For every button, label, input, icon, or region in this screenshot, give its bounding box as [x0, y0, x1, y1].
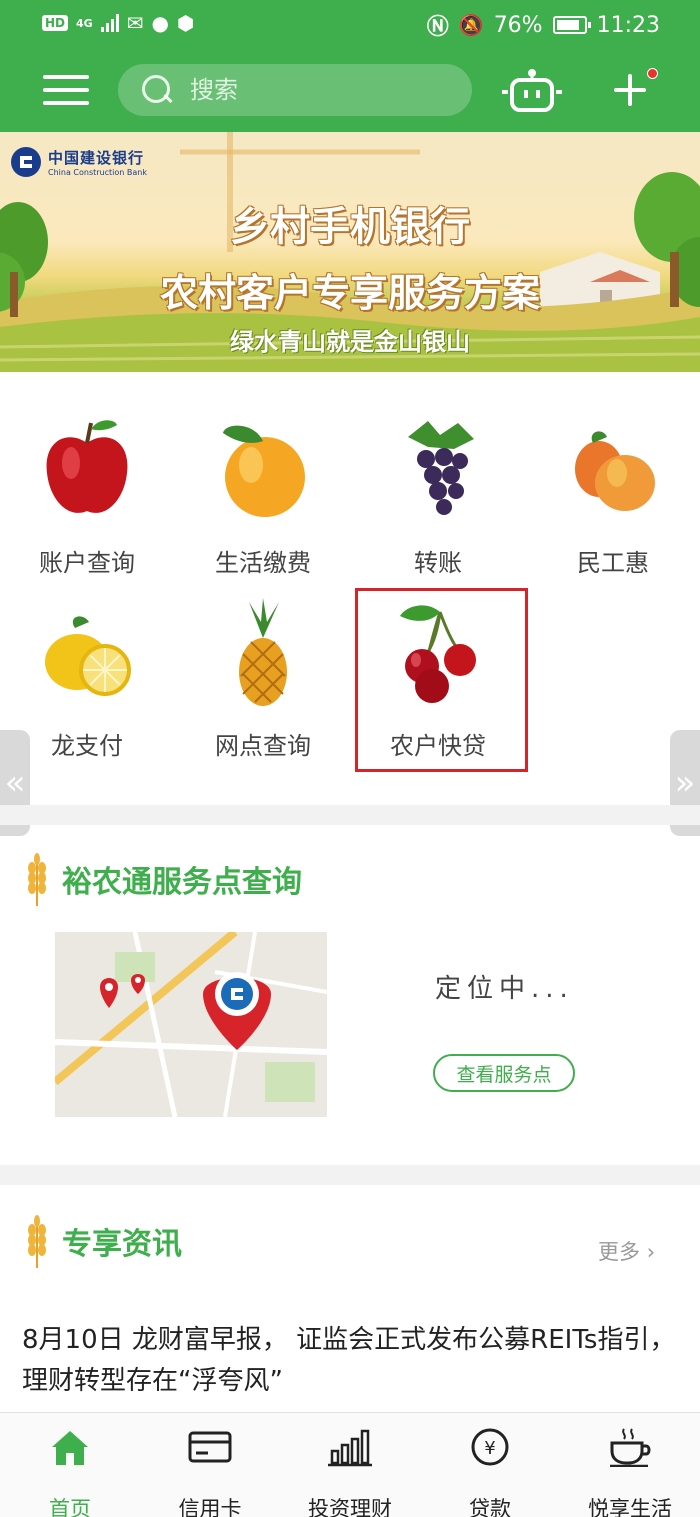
shield-icon: ⬢ [176, 11, 195, 35]
promo-banner[interactable]: 中国建设银行 China Construction Bank 乡村手机银行 农村… [0, 132, 700, 372]
grid-item-label: 民工惠 [577, 549, 649, 577]
bank-name-en: China Construction Bank [48, 168, 147, 177]
map-image [55, 932, 327, 1117]
search-bar[interactable] [118, 64, 472, 116]
grid-item-label: 生活缴费 [215, 549, 311, 577]
tab-label: 首页 [49, 1497, 91, 1517]
robot-icon[interactable] [500, 68, 564, 114]
nfc-icon: Ⓝ [426, 15, 449, 40]
tab-investment[interactable]: 投资理财 [280, 1427, 420, 1517]
grid-item-label: 农户快贷 [390, 732, 486, 760]
map-thumbnail[interactable] [55, 932, 327, 1117]
wheat-icon [28, 853, 46, 906]
view-service-points-button[interactable]: 查看服务点 [433, 1054, 575, 1092]
section-divider [0, 805, 700, 825]
search-icon [140, 73, 174, 107]
svg-text:¥: ¥ [484, 1438, 495, 1459]
section-title-text: 专享资讯 [62, 1227, 182, 1262]
location-status: 定位中... [435, 974, 574, 1004]
yunongtong-section-title: 裕农通服务点查询 [22, 852, 302, 906]
more-link-label: 更多 [598, 1240, 640, 1264]
bottom-tab-bar: 首页 信用卡 投资理财 ¥ 贷款 悦享生活 [0, 1412, 700, 1517]
grid-item-branch-query[interactable]: 网点查询 [188, 598, 338, 761]
notification-dot [647, 68, 658, 79]
credit-card-icon [188, 1431, 232, 1463]
yuan-coin-icon: ¥ [471, 1428, 509, 1466]
banner-title: 乡村手机银行 [230, 204, 470, 250]
grid-item-migrant-worker[interactable]: 民工惠 [538, 415, 688, 578]
coffee-cup-icon [610, 1428, 651, 1468]
mango-icon [575, 431, 655, 511]
battery-icon [552, 16, 591, 34]
grid-item-label: 转账 [414, 549, 462, 577]
alipay-icon: ✉ [126, 11, 144, 35]
bank-logo: 中国建设银行 China Construction Bank [10, 146, 147, 178]
status-bar: HD 4G ✉ ● ⬢ Ⓝ 🔕 76% 11:23 [0, 0, 700, 50]
news-section-title: 专享资讯 [22, 1214, 182, 1268]
app-header [0, 50, 700, 132]
wheat-icon [28, 1215, 46, 1268]
more-link[interactable]: 更多 › [598, 1236, 655, 1266]
grid-item-transfer[interactable]: 转账 [363, 415, 513, 578]
menu-icon[interactable] [43, 75, 89, 105]
tab-credit-card[interactable]: 信用卡 [140, 1427, 280, 1517]
tab-label: 投资理财 [308, 1497, 392, 1517]
chat-icon: ● [151, 11, 169, 35]
mute-icon: 🔕 [458, 13, 484, 37]
apple-icon [46, 420, 128, 513]
bar-chart-icon [328, 1429, 372, 1467]
grid-item-account-query[interactable]: 账户查询 [12, 415, 162, 578]
tab-label: 信用卡 [178, 1497, 242, 1517]
hd-badge: HD [42, 15, 69, 31]
add-icon[interactable] [612, 72, 648, 108]
pineapple-icon [239, 598, 287, 706]
search-input[interactable] [190, 70, 450, 110]
banner-slogan: 绿水青山就是金山银山 [230, 328, 470, 356]
section-title-text: 裕农通服务点查询 [62, 865, 302, 900]
cherry-icon [400, 605, 476, 703]
banner-subtitle: 农村客户专享服务方案 [159, 271, 540, 315]
news-headline[interactable]: 8月10日 龙财富早报， 证监会正式发布公募REITs指引，理财转型存在“浮夸风… [22, 1320, 682, 1402]
tab-lifestyle[interactable]: 悦享生活 [560, 1427, 700, 1517]
tab-home[interactable]: 首页 [0, 1427, 140, 1517]
grid-item-bill-payment[interactable]: 生活缴费 [188, 415, 338, 578]
home-icon [52, 1431, 88, 1465]
battery-percent: 76% [493, 12, 543, 38]
grape-icon [408, 421, 474, 515]
grid-item-label: 账户查询 [39, 549, 135, 577]
grid-item-farmer-loan[interactable]: 农户快贷 [363, 598, 513, 761]
tab-label: 贷款 [469, 1497, 511, 1517]
bank-name-cn: 中国建设银行 [48, 149, 145, 167]
chevron-right-icon: › [646, 1240, 656, 1264]
grid-item-label: 网点查询 [215, 732, 311, 760]
ccb-logo-icon [11, 147, 41, 177]
clock: 11:23 [596, 12, 660, 38]
section-divider [0, 1165, 700, 1185]
grid-item-label: 龙支付 [51, 732, 123, 760]
grid-item-dragon-pay[interactable]: 龙支付 [12, 598, 162, 761]
lemon-icon [45, 616, 131, 696]
apricot-icon [223, 425, 305, 517]
signal-icon [100, 14, 119, 32]
network-type: 4G [76, 16, 93, 30]
tab-label: 悦享生活 [588, 1497, 672, 1517]
tab-loan[interactable]: ¥ 贷款 [420, 1427, 560, 1517]
